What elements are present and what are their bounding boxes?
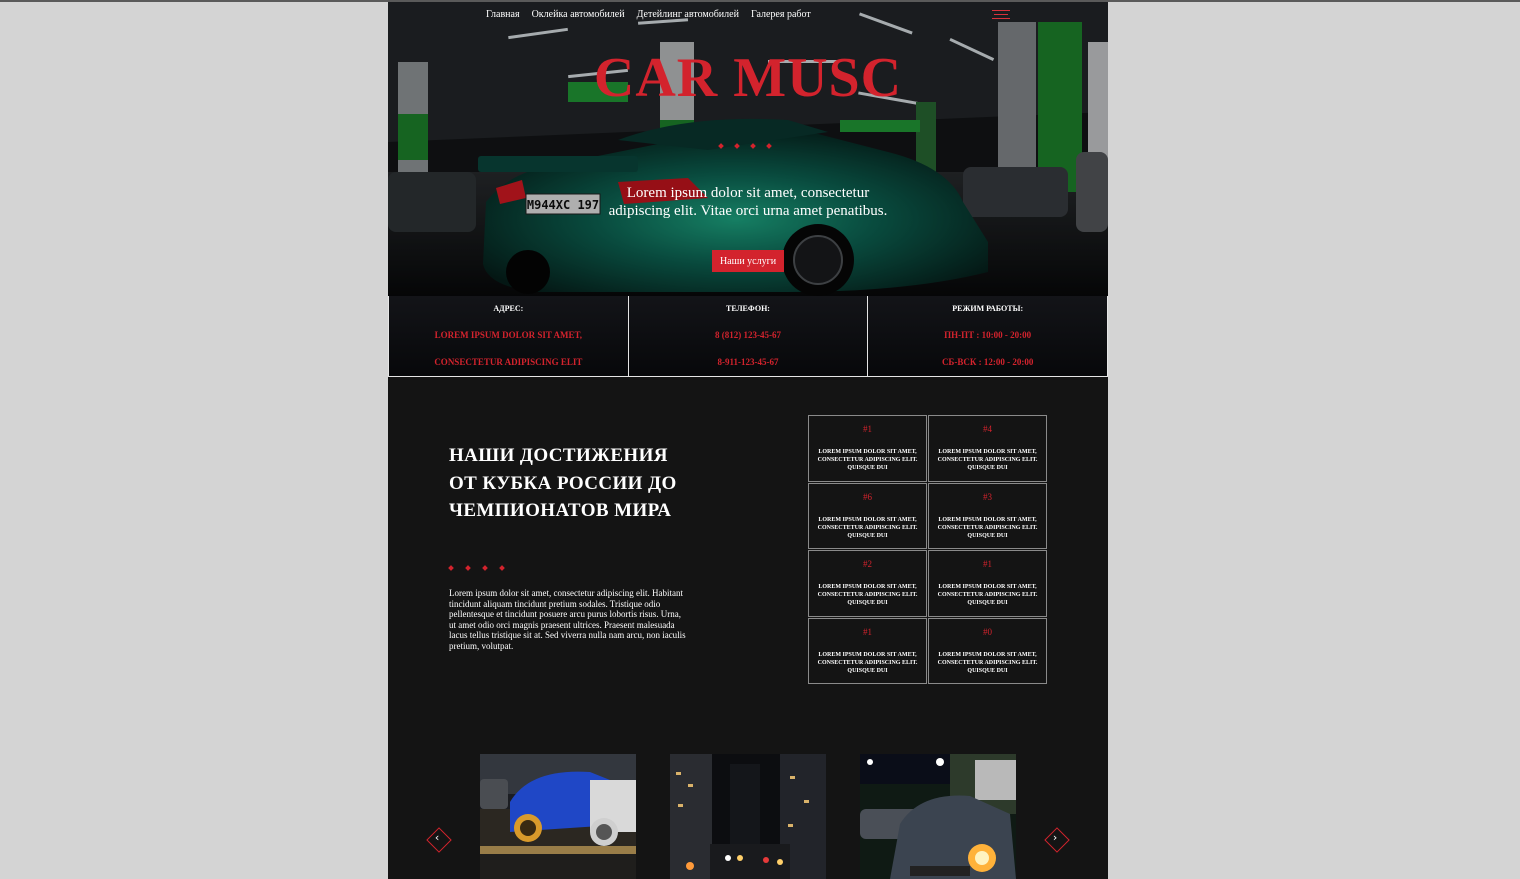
achievement-text: Lorem ipsum dolor sit amet, consectetur … — [817, 449, 918, 471]
achievement-text: Lorem ipsum dolor sit amet, consectetur … — [817, 584, 918, 606]
achievement-rank: #1 — [863, 424, 872, 434]
achievement-cell: #1 Lorem ipsum dolor sit amet, consectetu… — [928, 550, 1047, 617]
nav-item-gallery[interactable]: Галерея работ — [751, 9, 811, 20]
achievement-cell: #0 Lorem ipsum dolor sit amet, consectetu… — [928, 617, 1047, 684]
achievement-text: Lorem ipsum dolor sit amet, consectetur … — [937, 516, 1038, 539]
achievement-rank: #1 — [863, 626, 872, 637]
achievement-cell: #1 Lorem ipsum dolor sit amet, consectetu… — [808, 617, 927, 684]
achievements-description: Lorem ipsum dolor sit amet, consectetur … — [449, 588, 686, 651]
chevron-left-icon: ‹ — [434, 831, 440, 845]
achievement-cell: #2 Lorem ipsum dolor sit amet, consectetu… — [808, 550, 927, 617]
services-button[interactable]: Наши услуги — [712, 250, 784, 272]
nav-item-home[interactable]: Главная — [486, 9, 520, 20]
info-address-title: Адрес: — [493, 304, 524, 313]
info-hours-title: Режим работы: — [952, 304, 1024, 313]
main-nav: Главная Оклейка автомобилей Детейлинг ав… — [486, 9, 811, 20]
info-address: Адрес: Lorem ipsum dolor sit amet, conse… — [388, 296, 629, 377]
achievement-rank: #1 — [983, 559, 992, 569]
phone-link[interactable]: 8-911-123-45-67 — [629, 357, 868, 367]
info-hours-line: пн-пт : 10:00 - 20:00 — [944, 330, 1032, 340]
achievement-rank: #3 — [983, 491, 992, 502]
achievements-decorative-dots — [448, 565, 505, 571]
page-container: М944ХС 197 Главная Оклейка автомобилей Д… — [388, 2, 1108, 879]
chevron-right-icon: › — [1052, 831, 1058, 845]
achievement-rank: #4 — [983, 424, 992, 434]
gallery-photo-blue-car — [480, 754, 636, 879]
hero-decorative-dots — [718, 143, 772, 149]
info-hours-line: сб-вск : 12:00 - 20:00 — [941, 357, 1034, 367]
achievement-rank: #0 — [983, 626, 992, 637]
brand-logo-text: CAR MUSC — [593, 47, 903, 109]
achievement-cell: #4 Lorem ipsum dolor sit amet, consectetu… — [928, 415, 1047, 482]
achievement-cell: #1 Lorem ipsum dolor sit amet, consectetu… — [808, 415, 927, 482]
gallery-photo-headlight-car — [860, 754, 1016, 879]
contact-info-bar: Адрес: Lorem ipsum dolor sit amet, conse… — [388, 296, 1108, 377]
info-hours: Режим работы: пн-пт : 10:00 - 20:00 сб-в… — [868, 296, 1108, 377]
info-phone: Телефон: 8 (812) 123-45-67 8-911-123-45-… — [628, 296, 869, 377]
hero-section: М944ХС 197 Главная Оклейка автомобилей Д… — [388, 2, 1108, 296]
hero-description: Lorem ipsum dolor sit amet, consectetur … — [608, 185, 888, 219]
achievement-text: Lorem ipsum dolor sit amet, consectetur … — [937, 449, 1038, 471]
achievement-cell: #6 Lorem ipsum dolor sit amet, consectetu… — [808, 482, 927, 549]
achievements-title: НАШИ ДОСТИЖЕНИЯ ОТ КУБКА РОССИИ ДО ЧЕМПИ… — [449, 445, 677, 521]
gallery-image[interactable] — [480, 754, 636, 879]
info-address-line: Lorem ipsum dolor sit amet, — [434, 330, 583, 340]
achievement-text: Lorem ipsum dolor sit amet, consectetur … — [937, 651, 1038, 674]
gallery-prev-button[interactable]: ‹ — [426, 827, 452, 853]
info-phone-title: Телефон: — [726, 304, 770, 313]
achievement-text: Lorem ipsum dolor sit amet, consectetur … — [937, 584, 1038, 606]
hamburger-menu-icon[interactable] — [992, 10, 1010, 20]
achievement-cell: #3 Lorem ipsum dolor sit amet, consectetu… — [928, 482, 1047, 549]
achievements-grid: #1 Lorem ipsum dolor sit amet, consectetu… — [808, 415, 1047, 684]
nav-item-detailing[interactable]: Детейлинг автомобилей — [637, 9, 739, 20]
gallery-photo-night-street — [670, 754, 826, 879]
phone-link[interactable]: 8 (812) 123-45-67 — [629, 330, 868, 340]
gallery-image[interactable] — [860, 754, 1016, 879]
gallery-next-button[interactable]: › — [1044, 827, 1070, 853]
achievement-text: Lorem ipsum dolor sit amet, consectetur … — [817, 651, 918, 674]
achievement-rank: #2 — [863, 559, 872, 569]
gallery-image[interactable] — [670, 754, 826, 879]
achievement-text: Lorem ipsum dolor sit amet, consectetur … — [817, 516, 918, 539]
info-address-line: consectetur adipiscing elit — [434, 357, 583, 367]
nav-item-car-wrapping[interactable]: Оклейка автомобилей — [532, 9, 625, 20]
achievement-rank: #6 — [863, 491, 872, 502]
